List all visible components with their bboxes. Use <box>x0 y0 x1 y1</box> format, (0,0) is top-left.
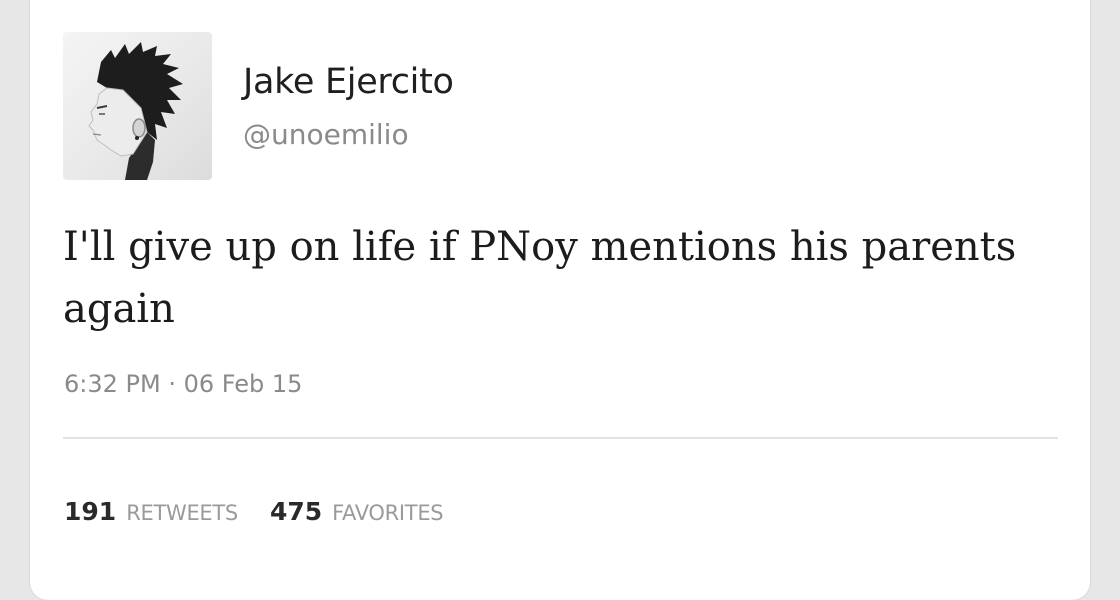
favorites-count: 475 <box>269 497 323 526</box>
favorites-label: FAVORITES <box>332 501 444 525</box>
author-display-name[interactable]: Jake Ejercito <box>243 62 454 102</box>
tweet-stats: 191 RETWEETS 475 FAVORITES <box>64 497 475 526</box>
avatar[interactable] <box>63 32 212 180</box>
divider <box>63 437 1058 439</box>
tweet-timestamp[interactable]: 6:32 PM · 06 Feb 15 <box>64 370 302 398</box>
tweet-text: I'll give up on life if PNoy mentions hi… <box>63 224 1017 332</box>
author-handle[interactable]: @unoemilio <box>243 118 409 151</box>
retweets-stat[interactable]: 191 RETWEETS <box>64 497 238 526</box>
retweets-label: RETWEETS <box>126 501 238 525</box>
profile-photo-icon <box>88 42 183 180</box>
favorites-stat[interactable]: 475 FAVORITES <box>269 497 444 526</box>
retweets-count: 191 <box>64 497 117 526</box>
